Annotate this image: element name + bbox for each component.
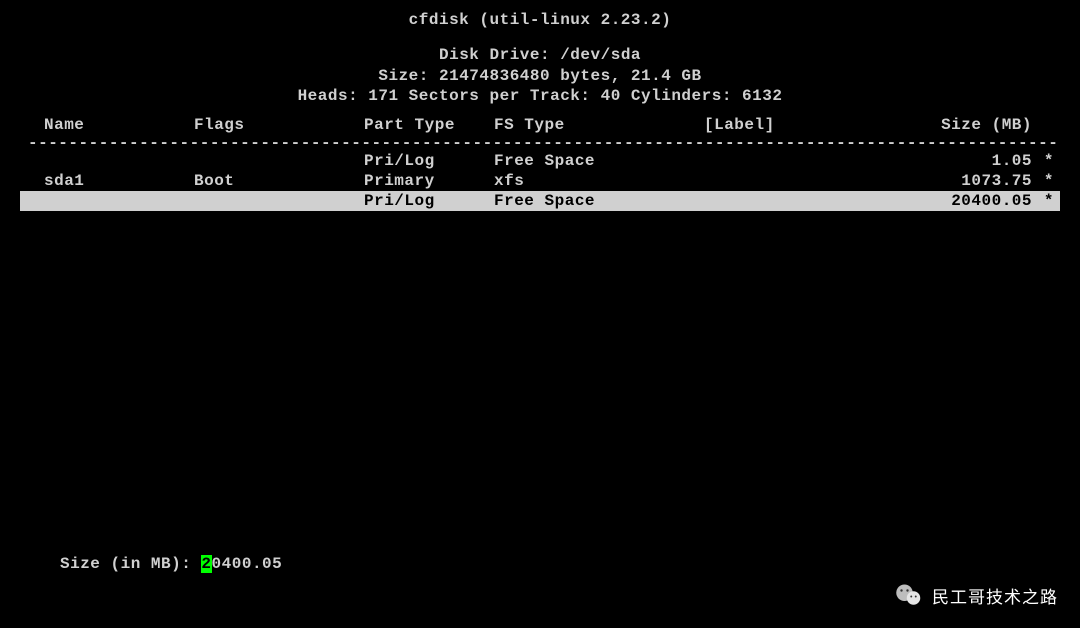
col-header-fstype: FS Type (494, 115, 704, 135)
cell-name (20, 151, 194, 171)
col-header-name: Name (20, 115, 194, 135)
table-row[interactable]: Pri/Log Free Space 1.05 * (20, 151, 1060, 171)
col-header-flags: Flags (194, 115, 364, 135)
header: cfdisk (util-linux 2.23.2) Disk Drive: /… (20, 10, 1060, 107)
row-marker: * (1044, 151, 1054, 171)
disk-drive-line: Disk Drive: /dev/sda (20, 45, 1060, 66)
partition-table: Name Flags Part Type FS Type [Label] Siz… (20, 115, 1060, 211)
row-marker: * (1044, 191, 1054, 211)
cell-label (704, 151, 864, 171)
disk-geometry-line: Heads: 171 Sectors per Track: 40 Cylinde… (20, 86, 1060, 107)
table-row-selected[interactable]: Pri/Log Free Space 20400.05 * (20, 191, 1060, 211)
cell-name (20, 191, 194, 211)
cell-fstype: Free Space (494, 191, 704, 211)
header-divider: ----------------------------------------… (20, 135, 1060, 151)
cell-fstype: xfs (494, 171, 704, 191)
cell-ptype: Primary (364, 171, 494, 191)
cell-name: sda1 (20, 171, 194, 191)
table-header-row: Name Flags Part Type FS Type [Label] Siz… (20, 115, 1060, 135)
terminal-screen: cfdisk (util-linux 2.23.2) Disk Drive: /… (0, 0, 1080, 221)
app-title: cfdisk (util-linux 2.23.2) (20, 10, 1060, 31)
cell-label (704, 171, 864, 191)
col-header-label: [Label] (704, 115, 864, 135)
cell-flags (194, 191, 364, 211)
disk-size-line: Size: 21474836480 bytes, 21.4 GB (20, 66, 1060, 87)
cell-label (704, 191, 864, 211)
input-cursor: 2 (201, 555, 211, 573)
watermark: 民工哥技术之路 (894, 580, 1058, 610)
watermark-text: 民工哥技术之路 (932, 583, 1058, 608)
row-marker: * (1044, 171, 1054, 191)
cell-ptype: Pri/Log (364, 191, 494, 211)
cell-size: 20400.05 (864, 191, 1060, 211)
cell-size: 1073.75 (864, 171, 1060, 191)
cell-size: 1.05 (864, 151, 1060, 171)
cell-flags (194, 151, 364, 171)
cell-ptype: Pri/Log (364, 151, 494, 171)
size-prompt[interactable]: Size (in MB): 20400.05 (60, 555, 282, 573)
prompt-label: Size (in MB): (60, 555, 201, 573)
col-header-ptype: Part Type (364, 115, 494, 135)
cell-fstype: Free Space (494, 151, 704, 171)
wechat-icon (894, 580, 924, 610)
table-row[interactable]: sda1 Boot Primary xfs 1073.75 * (20, 171, 1060, 191)
cell-flags: Boot (194, 171, 364, 191)
prompt-value-rest: 0400.05 (212, 555, 283, 573)
col-header-size: Size (MB) (864, 115, 1060, 135)
